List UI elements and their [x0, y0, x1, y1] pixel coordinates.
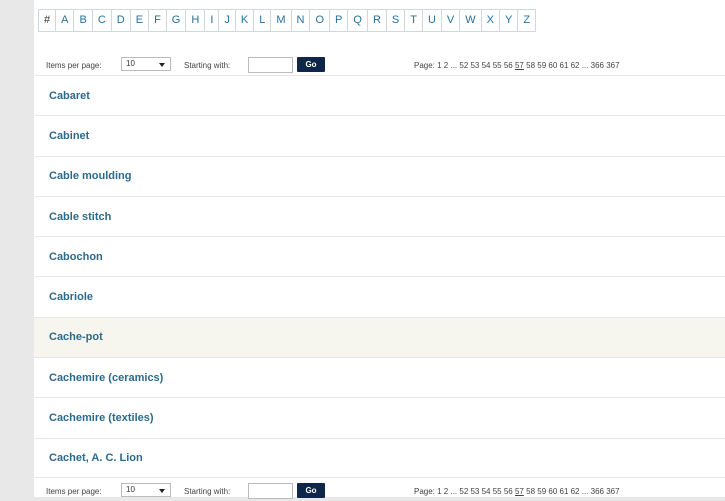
list-item[interactable]: Cable stitch	[34, 195, 725, 236]
entry-link[interactable]: Cabochon	[49, 251, 103, 263]
list-item[interactable]: Cable moulding	[34, 155, 725, 196]
letter-link-o[interactable]: O	[310, 10, 331, 31]
pager-top: Items per page: 10 Starting with: Go Pag…	[34, 55, 725, 75]
entry-link[interactable]: Cache-pot	[49, 331, 103, 343]
entry-link[interactable]: Cabinet	[49, 130, 89, 142]
current-page-link[interactable]: 57	[515, 487, 524, 496]
letter-link-y[interactable]: Y	[500, 10, 519, 31]
list-item[interactable]: Cache-pot	[34, 316, 725, 358]
letter-link-c[interactable]: C	[93, 10, 112, 31]
entry-link[interactable]: Cabaret	[49, 90, 90, 102]
entry-link[interactable]: Cable stitch	[49, 211, 111, 223]
go-button[interactable]: Go	[297, 57, 325, 72]
items-per-page-select[interactable]: 10	[121, 483, 171, 497]
letter-link-z[interactable]: Z	[518, 10, 535, 31]
letter-link-k[interactable]: K	[236, 10, 255, 31]
glossary-page: # A B C D E F G H I J K L M N O P Q R S T U V W X Y Z Items per pa…	[34, 0, 725, 499]
alphabet-filter: # A B C D E F G H I J K L M N O P Q R S T U V W X Y Z	[38, 9, 537, 32]
list-item[interactable]: Cachemire (ceramics)	[34, 357, 725, 397]
letter-link-g[interactable]: G	[167, 10, 187, 31]
page-links[interactable]: Page: 1 2 ... 52 53 54 55 56 57 58 59 60…	[414, 487, 620, 496]
entry-link[interactable]: Cachet, A. C. Lion	[49, 452, 143, 464]
entry-list: Cabaret Cabinet Cable moulding Cable stitch…	[34, 75, 725, 478]
list-item[interactable]: Cachemire (textiles)	[34, 397, 725, 437]
letter-link-d[interactable]: D	[112, 10, 131, 31]
entry-link[interactable]: Cachemire (textiles)	[49, 412, 154, 424]
letter-link-q[interactable]: Q	[348, 10, 368, 31]
letter-link-i[interactable]: I	[205, 10, 220, 31]
page-links-after[interactable]: 58 59 60 61 62 ... 366 367	[526, 61, 619, 70]
letter-link-x[interactable]: X	[482, 10, 500, 31]
letter-link-r[interactable]: R	[368, 10, 387, 31]
items-per-page-value: 10	[126, 59, 135, 68]
pager-bottom: Items per page: 10 Starting with: Go Pag…	[34, 481, 725, 501]
letter-link-a[interactable]: A	[56, 10, 75, 31]
page-links-before[interactable]: Page: 1 2 ... 52 53 54 55 56	[414, 487, 513, 496]
letter-link-u[interactable]: U	[423, 10, 442, 31]
list-item[interactable]: Cabriole	[34, 276, 725, 316]
page-links[interactable]: Page: 1 2 ... 52 53 54 55 56 57 58 59 60…	[414, 61, 620, 70]
starting-with-label: Starting with:	[184, 61, 231, 70]
entry-link[interactable]: Cachemire (ceramics)	[49, 372, 163, 384]
page-links-after[interactable]: 58 59 60 61 62 ... 366 367	[526, 487, 619, 496]
letter-link-s[interactable]: S	[387, 10, 406, 31]
letter-link-m[interactable]: M	[271, 10, 292, 31]
letter-link-f[interactable]: F	[149, 10, 167, 31]
list-item[interactable]: Cabochon	[34, 236, 725, 276]
letter-link-hash[interactable]: #	[39, 10, 57, 31]
page-links-before[interactable]: Page: 1 2 ... 52 53 54 55 56	[414, 61, 513, 70]
chevron-down-icon	[159, 63, 165, 67]
entry-link[interactable]: Cabriole	[49, 291, 93, 303]
items-per-page-label: Items per page:	[46, 487, 102, 496]
starting-with-label: Starting with:	[184, 487, 231, 496]
letter-link-p[interactable]: P	[330, 10, 349, 31]
letter-link-h[interactable]: H	[186, 10, 206, 31]
go-button[interactable]: Go	[297, 483, 325, 498]
chevron-down-icon	[159, 489, 165, 493]
list-item[interactable]: Cabaret	[34, 75, 725, 115]
letter-link-l[interactable]: L	[254, 10, 272, 31]
list-item[interactable]: Cabinet	[34, 115, 725, 155]
list-item[interactable]: Cachet, A. C. Lion	[34, 437, 725, 478]
letter-link-b[interactable]: B	[74, 10, 93, 31]
starting-with-input[interactable]	[248, 57, 293, 73]
letter-link-n[interactable]: N	[292, 10, 311, 31]
letter-link-w[interactable]: W	[460, 10, 482, 31]
items-per-page-select[interactable]: 10	[121, 57, 171, 71]
items-per-page-value: 10	[126, 485, 135, 494]
letter-link-v[interactable]: V	[442, 10, 461, 31]
letter-link-t[interactable]: T	[405, 10, 423, 31]
letter-link-e[interactable]: E	[131, 10, 150, 31]
current-page-link[interactable]: 57	[515, 61, 524, 70]
entry-link[interactable]: Cable moulding	[49, 170, 132, 182]
items-per-page-label: Items per page:	[46, 61, 102, 70]
letter-link-j[interactable]: J	[219, 10, 236, 31]
